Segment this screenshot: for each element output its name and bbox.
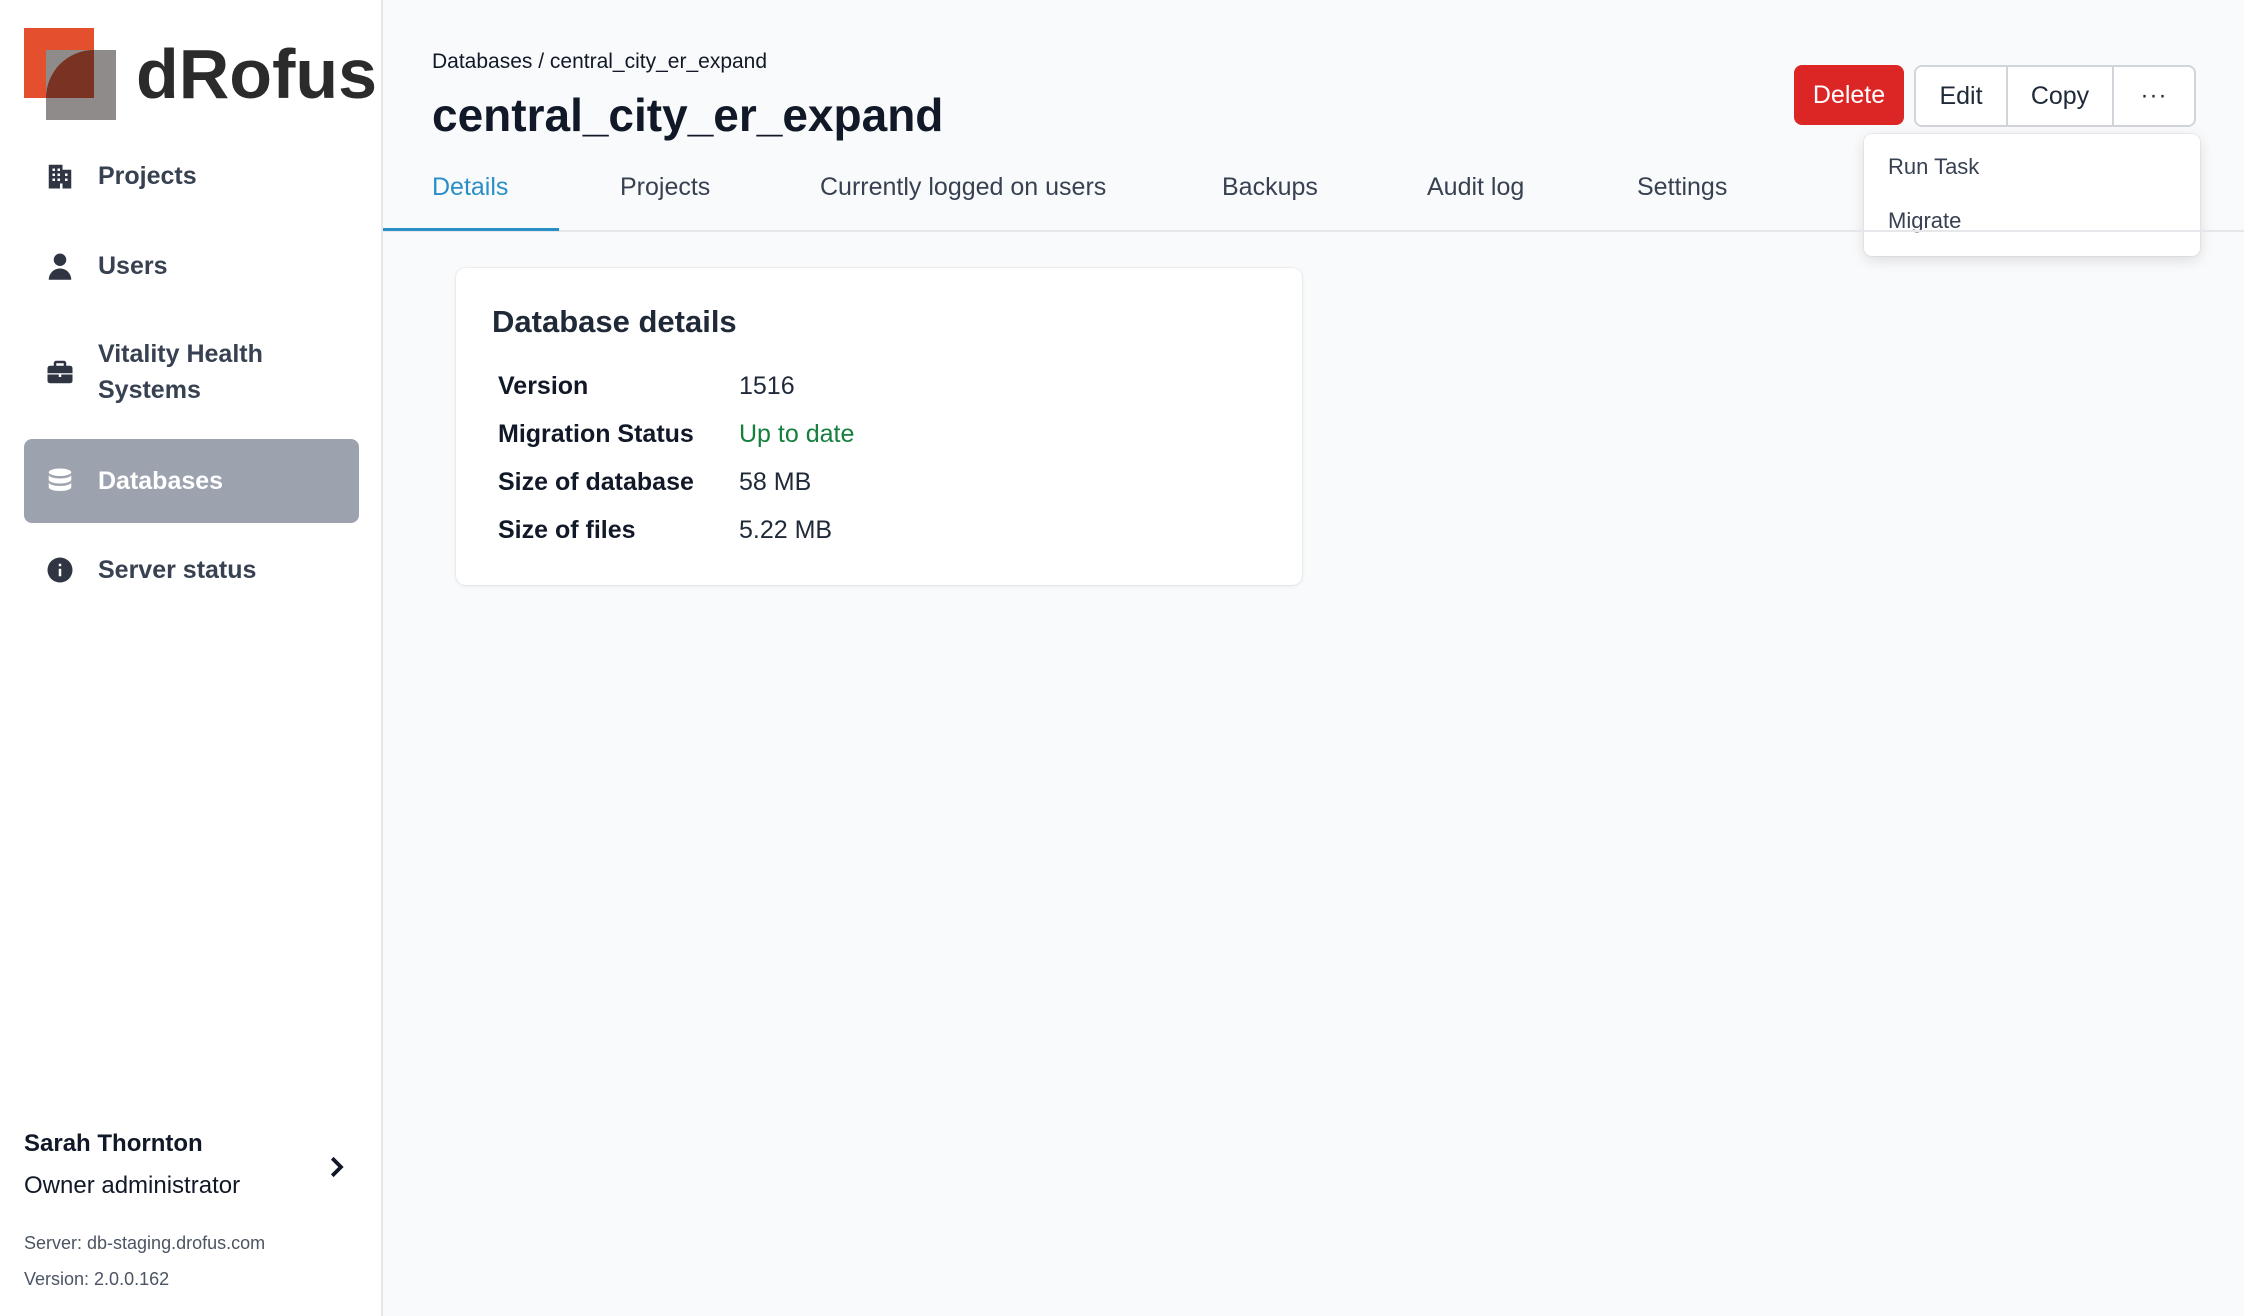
detail-label: Version	[498, 372, 589, 400]
sidebar-item-server-status[interactable]: Server status	[24, 544, 359, 596]
user-menu[interactable]: Sarah Thornton Owner administrator	[24, 1130, 359, 1200]
detail-value: 5.22 MB	[739, 516, 833, 544]
tab-bar: Details Projects Currently logged on use…	[383, 160, 2244, 232]
more-actions-button[interactable]: ···	[2114, 67, 2194, 125]
action-button-group: Edit Copy ···	[1914, 65, 2196, 127]
database-details-card: Database details Version 1516 Migration …	[456, 268, 1302, 585]
logo-text: dRofus	[136, 35, 378, 113]
tab-details[interactable]: Details	[432, 173, 508, 202]
sidebar-item-label: Server status	[98, 556, 257, 584]
sidebar-item-label: Users	[98, 252, 168, 280]
tab-backups[interactable]: Backups	[1222, 173, 1318, 202]
detail-value: 1516	[739, 372, 795, 400]
detail-label: Migration Status	[498, 420, 694, 448]
detail-label: Size of database	[498, 468, 694, 496]
tab-currently-logged-on-users[interactable]: Currently logged on users	[820, 173, 1106, 202]
drofus-logo[interactable]: dRofus	[24, 28, 377, 120]
breadcrumb: Databases / central_city_er_expand	[432, 50, 768, 73]
database-icon	[44, 465, 76, 497]
briefcase-icon	[44, 356, 76, 388]
migration-status-value: Up to date	[739, 420, 855, 448]
building-icon	[44, 160, 76, 192]
drofus-logo-mark-icon	[24, 28, 116, 120]
delete-button[interactable]: Delete	[1794, 65, 1904, 125]
sidebar: dRofus Projects Users Vitality Health Sy…	[0, 0, 383, 1316]
page-title: central_city_er_expand	[432, 89, 944, 141]
user-name: Sarah Thornton	[24, 1130, 203, 1157]
user-role: Owner administrator	[24, 1172, 241, 1199]
server-info: Server: db-staging.drofus.com	[24, 1233, 266, 1253]
sidebar-item-label: Vitality Health Systems	[98, 340, 263, 404]
edit-button[interactable]: Edit	[1916, 67, 2008, 125]
tab-projects[interactable]: Projects	[620, 173, 710, 202]
sidebar-item-label: Databases	[98, 467, 224, 495]
card-title: Database details	[492, 304, 737, 339]
sidebar-item-users[interactable]: Users	[24, 240, 359, 292]
tab-settings[interactable]: Settings	[1637, 173, 1727, 202]
sidebar-item-databases[interactable]: Databases	[24, 439, 359, 523]
version-info: Version: 2.0.0.162	[24, 1269, 170, 1289]
sidebar-item-projects[interactable]: Projects	[24, 150, 359, 202]
sidebar-item-label: Projects	[98, 162, 197, 190]
detail-label: Size of files	[498, 516, 636, 544]
detail-value: 58 MB	[739, 468, 812, 496]
user-icon	[44, 250, 76, 282]
sidebar-item-vitality-health-systems[interactable]: Vitality Health Systems	[24, 334, 324, 410]
chevron-right-icon[interactable]	[321, 1152, 351, 1182]
tab-audit-log[interactable]: Audit log	[1427, 173, 1524, 202]
active-tab-indicator	[383, 228, 559, 231]
copy-button[interactable]: Copy	[2008, 67, 2114, 125]
info-icon	[44, 554, 76, 586]
